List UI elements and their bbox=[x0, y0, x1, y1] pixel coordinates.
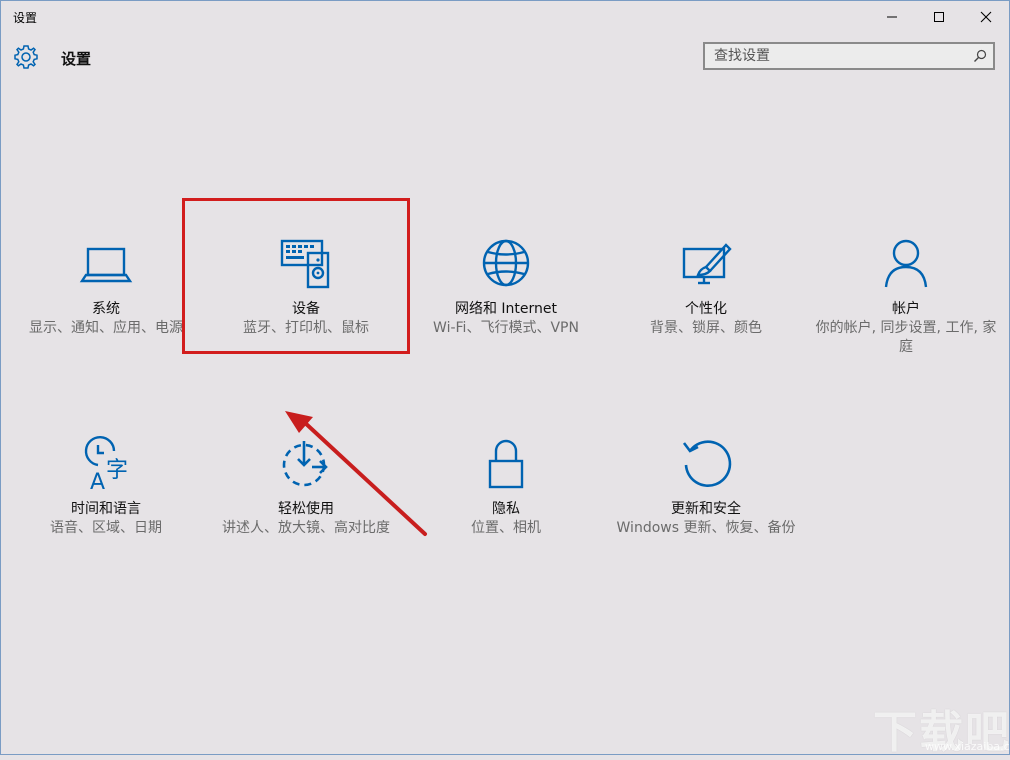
globe-icon bbox=[482, 239, 530, 287]
svg-text:A: A bbox=[90, 470, 105, 495]
tile-network[interactable]: 网络和 Internet Wi-Fi、飞行模式、VPN bbox=[406, 235, 606, 338]
title-bar[interactable]: 设置 bbox=[1, 1, 1009, 33]
tile-description: 你的帐户, 同步设置, 工作, 家庭 bbox=[815, 320, 997, 355]
minimize-button[interactable] bbox=[869, 1, 915, 33]
minimize-icon bbox=[887, 16, 897, 18]
time-language-icon: A 字 bbox=[84, 435, 128, 495]
tile-ease-of-access[interactable]: 轻松使用 讲述人、放大镜、高对比度 bbox=[206, 435, 406, 538]
gear-icon bbox=[14, 45, 38, 69]
tile-name: 系统 bbox=[92, 301, 120, 317]
tile-privacy[interactable]: 隐私 位置、相机 bbox=[406, 435, 606, 538]
highlight-box bbox=[182, 198, 410, 354]
update-icon bbox=[682, 440, 732, 487]
maximize-icon bbox=[934, 12, 944, 22]
svg-text:字: 字 bbox=[106, 458, 128, 483]
tile-accounts[interactable]: 帐户 你的帐户, 同步设置, 工作, 家庭 bbox=[806, 235, 1006, 357]
maximize-button[interactable] bbox=[916, 1, 962, 33]
tile-name: 时间和语言 bbox=[71, 501, 141, 517]
tile-name: 隐私 bbox=[492, 501, 520, 517]
person-icon bbox=[884, 239, 928, 288]
ease-of-access-icon bbox=[282, 441, 328, 487]
tile-system[interactable]: 系统 显示、通知、应用、电源 bbox=[6, 235, 206, 338]
window-title: 设置 bbox=[13, 11, 38, 25]
page-title: 设置 bbox=[61, 50, 92, 68]
tile-description: 显示、通知、应用、电源 bbox=[29, 320, 183, 336]
annotation-arrow bbox=[285, 411, 427, 536]
search-icon[interactable] bbox=[973, 49, 987, 63]
tile-description: 位置、相机 bbox=[471, 520, 541, 536]
tile-personalization[interactable]: 个性化 背景、锁屏、颜色 bbox=[606, 235, 806, 338]
lock-icon bbox=[488, 439, 524, 489]
tile-name: 个性化 bbox=[685, 301, 727, 317]
watermark: 下载吧 www.xiazaiba.com bbox=[873, 696, 1010, 758]
close-icon bbox=[980, 11, 992, 23]
tile-name: 帐户 bbox=[892, 301, 920, 317]
tile-description: Windows 更新、恢复、备份 bbox=[616, 520, 796, 536]
close-button[interactable] bbox=[963, 1, 1009, 33]
settings-window: 设置 设置 系统 显示、通知、应用、电源 bbox=[0, 0, 1010, 758]
tile-time-language[interactable]: A 字 时间和语言 语音、区域、日期 bbox=[6, 435, 206, 538]
search-box[interactable] bbox=[703, 42, 995, 70]
tile-description: 讲述人、放大镜、高对比度 bbox=[222, 520, 390, 536]
tile-name: 更新和安全 bbox=[671, 501, 741, 517]
watermark-url: www.xiazaiba.com bbox=[925, 740, 1010, 753]
tile-description: Wi-Fi、飞行模式、VPN bbox=[433, 320, 579, 336]
personalize-icon bbox=[682, 243, 732, 285]
tile-name: 网络和 Internet bbox=[454, 301, 558, 317]
search-input[interactable] bbox=[705, 44, 974, 68]
tile-update-security[interactable]: 更新和安全 Windows 更新、恢复、备份 bbox=[606, 435, 806, 538]
laptop-icon bbox=[79, 247, 133, 283]
tile-description: 背景、锁屏、颜色 bbox=[650, 320, 762, 336]
tile-name: 轻松使用 bbox=[278, 501, 334, 517]
tile-description: 语音、区域、日期 bbox=[50, 520, 162, 536]
